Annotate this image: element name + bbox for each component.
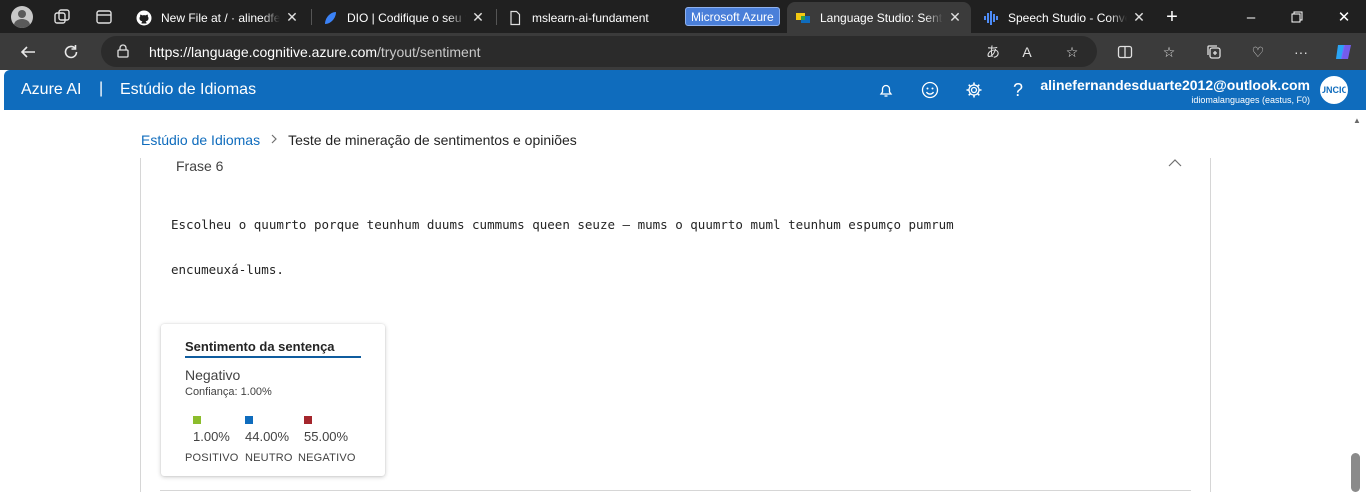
score-label: POSITIVO: [185, 452, 239, 464]
sentence-text: Escolheu o quumrto porque teunhum duums …: [171, 202, 1171, 292]
scrollbar-thumb[interactable]: [1351, 453, 1360, 492]
score-positive: 1.00% POSITIVO: [185, 416, 239, 464]
tab-title: New File at / · alinedfer: [161, 10, 280, 25]
tab-title: mslearn-ai-fundament: [532, 10, 649, 25]
close-tab-icon[interactable]: ✕: [284, 9, 300, 26]
document-icon: [507, 10, 523, 26]
chevron-up-icon[interactable]: [1167, 156, 1183, 172]
close-tab-icon[interactable]: ✕: [947, 9, 963, 26]
score-label: NEGATIVO: [298, 452, 356, 464]
tab-title: Speech Studio - Conve: [1008, 10, 1127, 25]
refresh-icon[interactable]: [58, 39, 84, 65]
score-neutral: 44.00% NEUTRO: [245, 416, 293, 464]
sentence-panel: Frase 6 Escolheu o quumrto porque teunhu…: [140, 158, 1211, 492]
product-name[interactable]: Estúdio de Idiomas: [120, 81, 256, 99]
notifications-bell-icon[interactable]: [875, 79, 897, 101]
account-avatar[interactable]: UNCIO: [1320, 76, 1348, 104]
score-negative: 55.00% NEGATIVO: [298, 416, 356, 464]
app-header: Azure AI | Estúdio de Idiomas ? alinefer…: [4, 70, 1366, 110]
lock-icon[interactable]: [117, 44, 129, 58]
page-content: Estúdio de Idiomas Teste de mineração de…: [4, 110, 1366, 492]
brand-name[interactable]: Azure AI: [21, 81, 81, 99]
score-percent: 44.00%: [245, 429, 290, 444]
address-bar[interactable]: https://language.cognitive.azure.com/try…: [101, 36, 1097, 67]
score-percent: 55.00%: [304, 429, 349, 444]
browser-essentials-icon[interactable]: ♡: [1249, 43, 1267, 61]
sentiment-card-title: Sentimento da sentença: [185, 339, 335, 354]
favorites-icon[interactable]: ☆: [1160, 43, 1178, 61]
close-window-icon[interactable]: ✕: [1333, 6, 1355, 28]
settings-gear-icon[interactable]: [963, 79, 985, 101]
scroll-up-arrow-icon[interactable]: ▲: [1351, 116, 1363, 126]
browser-tab-strip: New File at / · alinedfer ✕ DIO | Codifi…: [0, 0, 1366, 33]
url-text: https://language.cognitive.azure.com/try…: [149, 44, 481, 60]
workspaces-icon[interactable]: [51, 6, 73, 28]
sentiment-value: Negativo: [185, 367, 241, 383]
speech-studio-icon: [983, 10, 999, 26]
help-question-icon[interactable]: ?: [1007, 79, 1029, 101]
copilot-icon[interactable]: [1333, 41, 1355, 63]
scrollbar-track[interactable]: [1348, 110, 1366, 492]
tab-actions-icon[interactable]: [93, 6, 115, 28]
sentence-text-line: Escolheu o quumrto porque teunhum duums …: [171, 217, 954, 232]
header-separator: |: [99, 80, 104, 97]
chevron-right-icon: [270, 133, 278, 147]
restore-icon[interactable]: [1286, 6, 1308, 28]
github-icon: [136, 10, 152, 26]
tab-mslearn[interactable]: mslearn-ai-fundament: [499, 4, 677, 31]
dio-icon: [322, 10, 338, 26]
translate-icon[interactable]: あ: [984, 43, 1002, 61]
positive-swatch: [193, 416, 201, 424]
sentiment-card: Sentimento da sentença Negativo Confianç…: [161, 324, 385, 476]
more-options-icon[interactable]: ···: [1292, 43, 1310, 61]
sentence-text-line: encumeuxá-lums.: [171, 262, 284, 277]
read-aloud-icon[interactable]: A: [1018, 43, 1036, 61]
divider: [160, 490, 1191, 491]
score-percent: 1.00%: [193, 429, 230, 444]
profile-avatar-icon[interactable]: [11, 6, 33, 28]
sentence-heading: Frase 6: [176, 158, 224, 174]
neutral-swatch: [245, 416, 253, 424]
split-screen-icon[interactable]: [1116, 43, 1134, 61]
tab-group-label[interactable]: Microsoft Azure: [685, 7, 780, 26]
browser-toolbar: https://language.cognitive.azure.com/try…: [0, 33, 1366, 70]
account-info[interactable]: alinefernandesduarte2012@outlook.com idi…: [1040, 77, 1310, 105]
tab-title: DIO | Codifique o seu f: [347, 10, 466, 25]
tab-language-studio[interactable]: Language Studio: Sent ✕: [787, 2, 971, 33]
title-underline: [185, 356, 361, 358]
language-studio-icon: [795, 10, 811, 26]
tab-separator: [311, 9, 312, 25]
breadcrumb-current: Teste de mineração de sentimentos e opin…: [288, 132, 577, 148]
minimize-icon[interactable]: –: [1240, 6, 1262, 28]
favorite-star-icon[interactable]: ☆: [1063, 43, 1081, 61]
tab-github[interactable]: New File at / · alinedfer ✕: [128, 4, 308, 31]
score-label: NEUTRO: [245, 452, 293, 464]
close-tab-icon[interactable]: ✕: [470, 9, 486, 26]
new-tab-icon[interactable]: +: [1161, 6, 1183, 28]
negative-swatch: [304, 416, 312, 424]
close-tab-icon[interactable]: ✕: [1131, 9, 1147, 26]
account-email: alinefernandesduarte2012@outlook.com: [1040, 77, 1310, 93]
tab-title: Language Studio: Sent: [820, 10, 943, 25]
tab-separator: [496, 9, 497, 25]
feedback-smiley-icon[interactable]: [919, 79, 941, 101]
confidence-text: Confiança: 1.00%: [185, 386, 272, 398]
back-arrow-icon[interactable]: [15, 39, 41, 65]
url-host: https://language.cognitive.azure.com: [149, 44, 378, 60]
tab-speech-studio[interactable]: Speech Studio - Conve ✕: [975, 4, 1155, 31]
url-path: /tryout/sentiment: [377, 44, 481, 60]
tab-dio[interactable]: DIO | Codifique o seu f ✕: [314, 4, 494, 31]
breadcrumb-root-link[interactable]: Estúdio de Idiomas: [141, 132, 260, 148]
collections-icon[interactable]: [1205, 43, 1223, 61]
breadcrumb: Estúdio de Idiomas Teste de mineração de…: [141, 132, 577, 148]
account-resource: idiomalanguages (eastus, F0): [1191, 95, 1310, 105]
